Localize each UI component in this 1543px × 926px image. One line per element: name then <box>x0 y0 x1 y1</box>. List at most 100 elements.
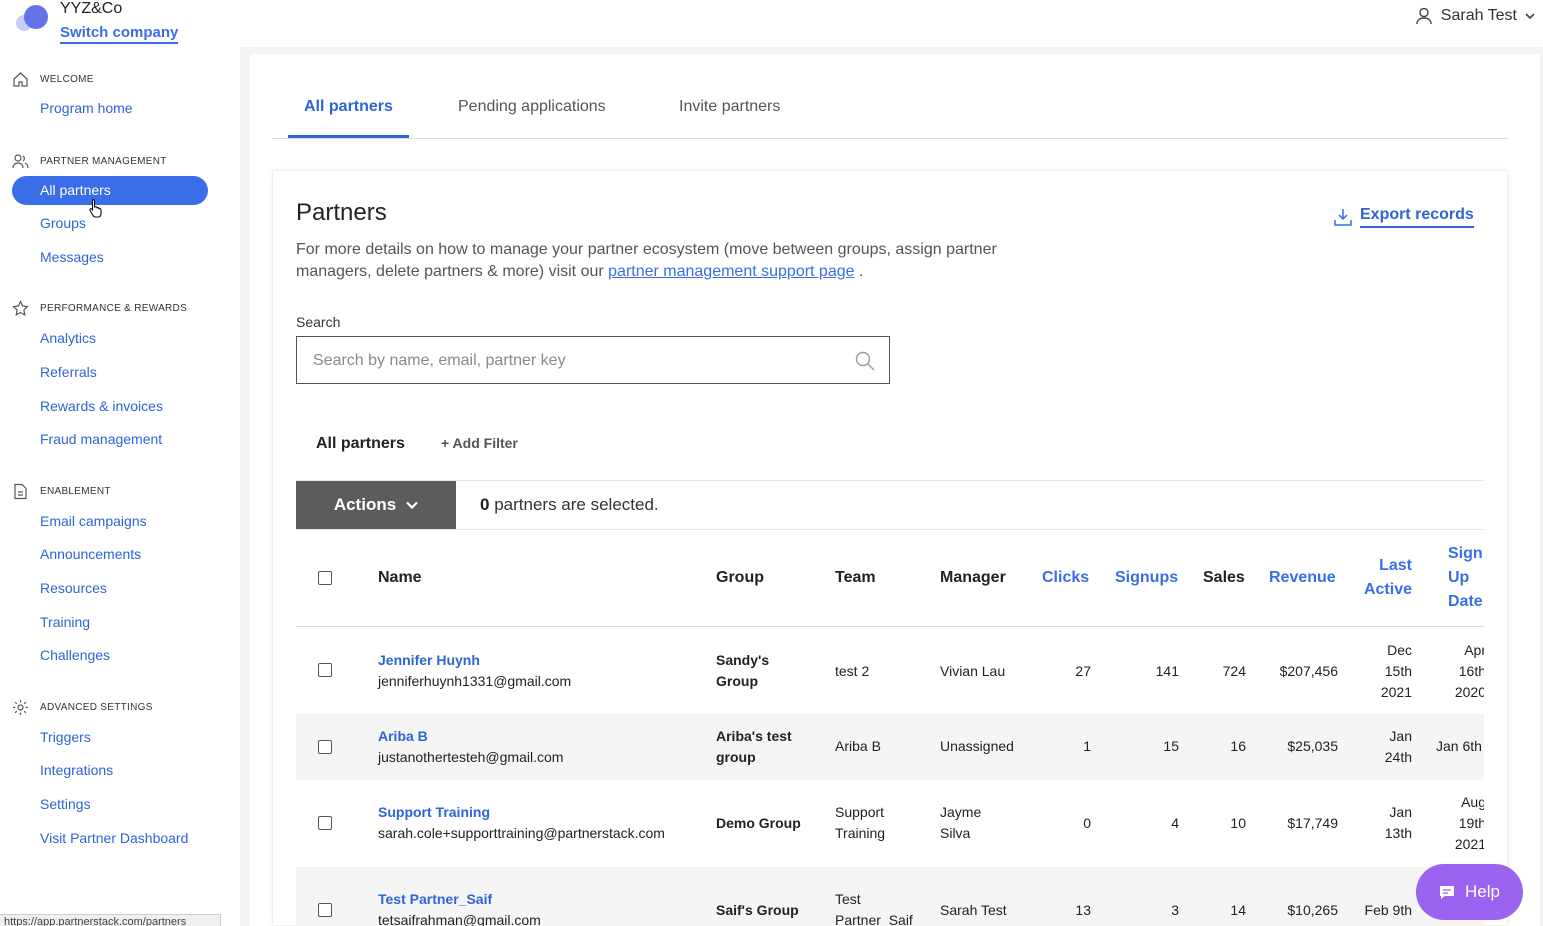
sidebar-item-settings[interactable]: Settings <box>12 790 208 819</box>
partner-email: tetsaifrahman@gmail.com <box>378 912 541 926</box>
row-checkbox[interactable] <box>318 740 332 754</box>
partner-clicks: 0 <box>1083 815 1091 831</box>
partner-sales: 16 <box>1230 738 1246 754</box>
status-bar-url: https://app.partnerstack.com/partners <box>0 914 221 926</box>
column-header-signups[interactable]: Signups <box>1115 566 1178 590</box>
partner-name-link[interactable]: Ariba B <box>378 726 428 747</box>
column-header-last-active[interactable]: Last Active <box>1352 554 1412 602</box>
sidebar-item-all-partners[interactable]: All partners <box>12 176 208 205</box>
partner-group: Sandy's Group <box>716 652 770 689</box>
partner-revenue: $10,265 <box>1287 902 1338 918</box>
row-checkbox[interactable] <box>318 903 332 917</box>
partner-clicks: 1 <box>1083 738 1091 754</box>
gear-icon <box>13 700 28 715</box>
table-header: Name Group Team Manager Clicks Signups S… <box>296 530 1484 627</box>
partner-sales: 10 <box>1230 815 1246 831</box>
tab-pending-applications[interactable]: Pending applications <box>442 92 622 138</box>
export-records-button[interactable]: Export records <box>1334 206 1474 228</box>
partner-last-active: Feb 9th <box>1364 902 1412 918</box>
search-icon[interactable] <box>855 351 875 371</box>
partner-last-active: Jan 13th <box>1384 804 1412 841</box>
user-menu[interactable]: Sarah Test <box>1415 7 1535 25</box>
export-records-label: Export records <box>1360 206 1474 228</box>
partners-description: For more details on how to manage your p… <box>296 241 997 280</box>
column-header-name: Name <box>378 569 422 586</box>
sidebar-item-messages[interactable]: Messages <box>12 243 208 272</box>
search-label: Search <box>296 314 341 330</box>
sidebar-item-fraud-management[interactable]: Fraud management <box>12 425 208 454</box>
column-header-revenue[interactable]: Revenue <box>1269 566 1336 590</box>
partner-team: Ariba B <box>835 738 881 754</box>
actions-dropdown[interactable]: Actions <box>296 481 456 529</box>
column-header-team: Team <box>835 569 876 586</box>
actions-bar <box>296 480 1484 530</box>
row-checkbox[interactable] <box>318 816 332 830</box>
table-row: Support Training sarah.cole+supporttrain… <box>296 780 1484 867</box>
sidebar: WELCOME Program home PARTNER MANAGEMENT … <box>0 47 240 926</box>
company-name: YYZ&Co <box>60 0 123 17</box>
top-bar: YYZ&Co Switch company Sarah Test <box>0 0 1543 47</box>
partner-name-link[interactable]: Jennifer Huynh <box>378 650 480 671</box>
table-row: Test Partner_Saif tetsaifrahman@gmail.co… <box>296 867 1484 926</box>
filter-tab-all-partners[interactable]: All partners <box>316 435 405 453</box>
sidebar-item-program-home[interactable]: Program home <box>12 94 208 123</box>
help-button[interactable]: Help <box>1416 864 1523 920</box>
sidebar-item-training[interactable]: Training <box>12 608 208 637</box>
partner-email: justanothertesteh@gmail.com <box>378 749 564 765</box>
partner-signups: 4 <box>1171 815 1179 831</box>
switch-company-link[interactable]: Switch company <box>60 24 179 44</box>
selected-count-text: 0 partners are selected. <box>480 495 659 514</box>
row-checkbox[interactable] <box>318 663 332 677</box>
tab-all-partners[interactable]: All partners <box>288 92 409 138</box>
home-icon <box>13 72 28 87</box>
partner-manager: Vivian Lau <box>940 663 1006 679</box>
partner-team: Test Partner_Saif <box>835 891 913 926</box>
sidebar-item-triggers[interactable]: Triggers <box>12 723 208 752</box>
partner-group: Demo Group <box>716 815 801 831</box>
sidebar-item-rewards-invoices[interactable]: Rewards & invoices <box>12 392 208 421</box>
sidebar-item-referrals[interactable]: Referrals <box>12 358 208 387</box>
add-filter-button[interactable]: + Add Filter <box>441 435 518 451</box>
users-icon <box>12 154 29 169</box>
sidebar-section-performance: PERFORMANCE & REWARDS <box>12 300 187 317</box>
partner-team: Support Training <box>835 804 886 841</box>
partners-table: Name Group Team Manager Clicks Signups S… <box>296 530 1484 926</box>
user-name: Sarah Test <box>1440 7 1517 24</box>
column-header-clicks[interactable]: Clicks <box>1042 566 1089 590</box>
partner-last-active: Dec 15th 2021 <box>1380 642 1412 700</box>
hand-cursor-icon <box>89 198 102 218</box>
partner-revenue: $25,035 <box>1287 738 1338 754</box>
partner-last-active: Jan 24th <box>1384 728 1412 765</box>
partner-team: test 2 <box>835 663 870 679</box>
sidebar-item-announcements[interactable]: Announcements <box>12 540 208 569</box>
partner-sales: 14 <box>1230 902 1246 918</box>
tab-invite-partners[interactable]: Invite partners <box>663 92 796 138</box>
search-box <box>296 336 890 384</box>
support-page-link[interactable]: partner management support page <box>608 263 854 280</box>
partner-email: jenniferhuynh1331@gmail.com <box>378 673 572 689</box>
sidebar-item-email-campaigns[interactable]: Email campaigns <box>12 507 208 536</box>
chevron-down-icon <box>1525 13 1535 20</box>
partner-manager: Unassigned <box>940 738 1014 754</box>
sidebar-section-partner-management: PARTNER MANAGEMENT <box>12 153 167 170</box>
star-icon <box>12 300 29 317</box>
page-title: Partners <box>296 199 387 226</box>
sidebar-item-groups[interactable]: Groups <box>12 209 208 238</box>
search-input[interactable] <box>313 349 833 373</box>
column-header-manager: Manager <box>940 569 1006 586</box>
sidebar-item-resources[interactable]: Resources <box>12 574 208 603</box>
select-all-checkbox[interactable] <box>318 571 332 585</box>
partner-revenue: $17,749 <box>1287 815 1338 831</box>
partner-signup-date: Aug 19th 2021 <box>1454 794 1484 852</box>
sidebar-item-challenges[interactable]: Challenges <box>12 641 208 670</box>
partner-group: Saif's Group <box>716 902 799 918</box>
partner-manager: Jayme Silva <box>940 804 982 841</box>
column-header-sign-up-date[interactable]: Sign Up Date <box>1448 542 1484 614</box>
sidebar-item-visit-partner-dashboard[interactable]: Visit Partner Dashboard <box>12 824 208 853</box>
partner-name-link[interactable]: Support Training <box>378 802 490 823</box>
partner-name-link[interactable]: Test Partner_Saif <box>378 889 492 910</box>
partner-email: sarah.cole+supporttraining@partnerstack.… <box>378 825 665 841</box>
sidebar-item-analytics[interactable]: Analytics <box>12 324 208 353</box>
sidebar-item-integrations[interactable]: Integrations <box>12 756 208 785</box>
table-row: Ariba B justanothertesteh@gmail.com Arib… <box>296 714 1484 780</box>
